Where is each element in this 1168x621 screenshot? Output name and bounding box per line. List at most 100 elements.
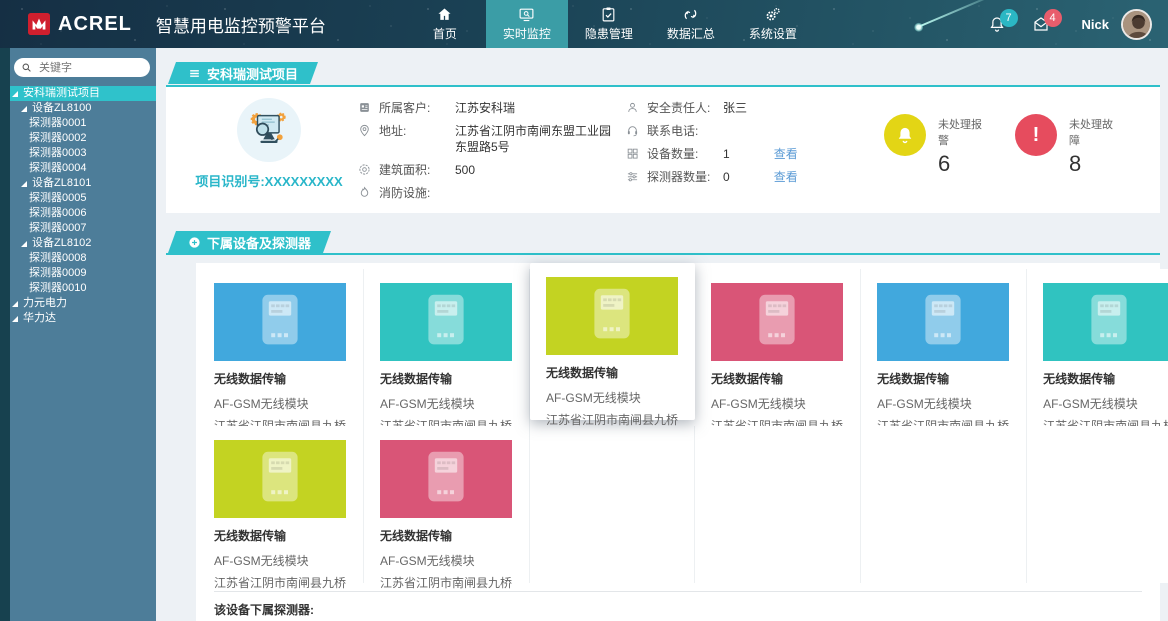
nav-icon xyxy=(764,6,781,23)
meter-icon xyxy=(919,292,967,352)
project-info-panel: 项目识别号:XXXXXXXXX 所属客户: 江苏安科瑞 地址: 江苏省江阴市南闸… xyxy=(166,87,1160,213)
fields-right: 安全责任人: 张三 联系电话: 设备数量: 1 查看 探测器数量: 0 查看 xyxy=(626,100,884,205)
nav-item-hazard[interactable]: 隐患管理 xyxy=(568,0,650,48)
message-mail[interactable]: 4 xyxy=(1032,15,1050,33)
device-image xyxy=(1043,283,1168,361)
card-cell-empty xyxy=(861,426,1027,583)
device-address: 江苏省江阴市南闸县九桥 xyxy=(214,574,346,591)
field-label: 所属客户: xyxy=(379,100,455,116)
tree-item-label: 设备ZL8101 xyxy=(32,176,91,191)
meter-icon xyxy=(588,286,636,346)
field-row: 地址: 江苏省江阴市南闸东盟工业园东盟路5号 xyxy=(358,123,620,155)
device-card[interactable]: 无线数据传输 AF-GSM无线模块 江苏省江阴市南闸县九桥 xyxy=(364,269,530,426)
nav-item-home[interactable]: 首页 xyxy=(404,0,486,48)
field-icon xyxy=(626,147,639,160)
tree-item[interactable]: 探测器0007 xyxy=(10,221,156,236)
plus-circle-icon xyxy=(188,235,201,248)
tree-item-label: 力元电力 xyxy=(23,296,67,311)
device-title: 无线数据传输 xyxy=(546,364,678,381)
project-illustration-icon xyxy=(246,107,292,153)
tree-item[interactable]: 设备ZL8102 xyxy=(10,236,156,251)
alarm-stat: 未处理报警 6 xyxy=(884,114,983,205)
tree-item[interactable]: 探测器0010 xyxy=(10,281,156,296)
project-section-title: 安科瑞测试项目 xyxy=(207,64,298,83)
device-card[interactable]: 无线数据传输 AF-GSM无线模块 江苏省江阴市南闸县九桥 xyxy=(530,263,695,420)
tree-item-label: 探测器0010 xyxy=(29,281,86,296)
device-model: AF-GSM无线模块 xyxy=(546,389,678,406)
field-row: 建筑面积: 500 xyxy=(358,162,620,178)
device-image xyxy=(546,277,678,355)
field-row: 消防设施: xyxy=(358,185,620,201)
view-link[interactable]: 查看 xyxy=(774,146,798,162)
device-model: AF-GSM无线模块 xyxy=(1043,395,1168,412)
project-section-header: 安科瑞测试项目 xyxy=(156,62,1168,87)
device-model: AF-GSM无线模块 xyxy=(380,552,512,569)
expand-triangle-icon xyxy=(12,316,18,322)
device-model: AF-GSM无线模块 xyxy=(214,552,346,569)
device-address: 江苏省江阴市南闸县九桥 xyxy=(546,411,678,428)
field-value: 江苏安科瑞 xyxy=(455,100,515,116)
topbar: ACREL 智慧用电监控预警平台 首页 实时监控 隐患管理 数据汇总 系统设置 … xyxy=(0,0,1168,48)
nav-icon xyxy=(682,6,699,23)
field-label: 地址: xyxy=(379,123,455,139)
field-row: 联系电话: xyxy=(626,123,884,139)
search-input[interactable] xyxy=(37,61,143,75)
tree-item-label: 探测器0004 xyxy=(29,161,86,176)
tree-item-label: 探测器0009 xyxy=(29,266,86,281)
tree-item[interactable]: 探测器0005 xyxy=(10,191,156,206)
tree-item[interactable]: 华力达 xyxy=(10,311,156,326)
meter-icon xyxy=(422,292,470,352)
nav-item-data[interactable]: 数据汇总 xyxy=(650,0,732,48)
fault-stat: ! 未处理故障 8 xyxy=(1015,114,1114,205)
acrel-logo-mark-icon xyxy=(28,13,50,35)
tree-item[interactable]: 设备ZL8101 xyxy=(10,176,156,191)
fault-value: 8 xyxy=(1069,151,1114,177)
notification-bell[interactable]: 7 xyxy=(988,15,1006,33)
device-card[interactable]: 无线数据传输 AF-GSM无线模块 江苏省江阴市南闸县九桥 xyxy=(198,426,364,583)
field-icon xyxy=(358,124,371,137)
acrel-logo[interactable]: ACREL xyxy=(28,13,132,36)
tree-item[interactable]: 探测器0003 xyxy=(10,146,156,161)
device-card[interactable]: 无线数据传输 AF-GSM无线模块 江苏省江阴市南闸县九桥 xyxy=(364,426,530,583)
device-card[interactable]: 无线数据传输 AF-GSM无线模块 江苏省江阴市南闸县九桥 xyxy=(695,269,861,426)
tree-item[interactable]: 探测器0009 xyxy=(10,266,156,281)
device-image xyxy=(380,440,512,518)
device-card-grid: 无线数据传输 AF-GSM无线模块 江苏省江阴市南闸县九桥 无线数据传输 AF-… xyxy=(196,263,1160,583)
device-model: AF-GSM无线模块 xyxy=(877,395,1009,412)
field-icon xyxy=(358,101,371,114)
tree-item[interactable]: 力元电力 xyxy=(10,296,156,311)
tree-item[interactable]: 探测器0002 xyxy=(10,131,156,146)
nav-item-settings[interactable]: 系统设置 xyxy=(732,0,814,48)
field-icon xyxy=(358,163,371,176)
tree-item[interactable]: 设备ZL8100 xyxy=(10,101,156,116)
tree-item-label: 探测器0001 xyxy=(29,116,86,131)
tree-item[interactable]: 探测器0004 xyxy=(10,161,156,176)
tree-item[interactable]: 安科瑞测试项目 xyxy=(10,86,156,101)
tree-item-label: 安科瑞测试项目 xyxy=(23,86,100,101)
expand-triangle-icon xyxy=(21,241,27,247)
tree-item[interactable]: 探测器0008 xyxy=(10,251,156,266)
field-value: 1 xyxy=(723,146,730,162)
device-title: 无线数据传输 xyxy=(711,370,843,387)
tree-item-label: 探测器0008 xyxy=(29,251,86,266)
tree-item[interactable]: 探测器0001 xyxy=(10,116,156,131)
meter-icon xyxy=(753,292,801,352)
device-card[interactable]: 无线数据传输 AF-GSM无线模块 江苏省江阴市南闸县九桥 xyxy=(198,269,364,426)
device-card[interactable]: 无线数据传输 AF-GSM无线模块 江苏省江阴市南闸县九桥 xyxy=(1027,269,1168,426)
nav-label: 数据汇总 xyxy=(667,25,715,42)
section-rule xyxy=(166,85,1160,87)
devices-section-title: 下属设备及探测器 xyxy=(207,232,311,251)
nav-item-monitor[interactable]: 实时监控 xyxy=(486,0,568,48)
device-card[interactable]: 无线数据传输 AF-GSM无线模块 江苏省江阴市南闸县九桥 xyxy=(861,269,1027,426)
sidebar: 安科瑞测试项目 设备ZL8100 探测器0001 探测器0002 探测器0003… xyxy=(0,48,156,621)
view-link[interactable]: 查看 xyxy=(774,169,798,185)
tree-item[interactable]: 探测器0006 xyxy=(10,206,156,221)
fault-exclamation-icon: ! xyxy=(1033,125,1040,145)
avatar[interactable] xyxy=(1121,9,1152,40)
meter-icon xyxy=(422,449,470,509)
device-image xyxy=(214,283,346,361)
devices-section-header: 下属设备及探测器 xyxy=(156,231,1168,256)
device-image xyxy=(711,283,843,361)
field-label: 安全责任人: xyxy=(647,100,723,116)
project-illustration xyxy=(237,98,301,162)
